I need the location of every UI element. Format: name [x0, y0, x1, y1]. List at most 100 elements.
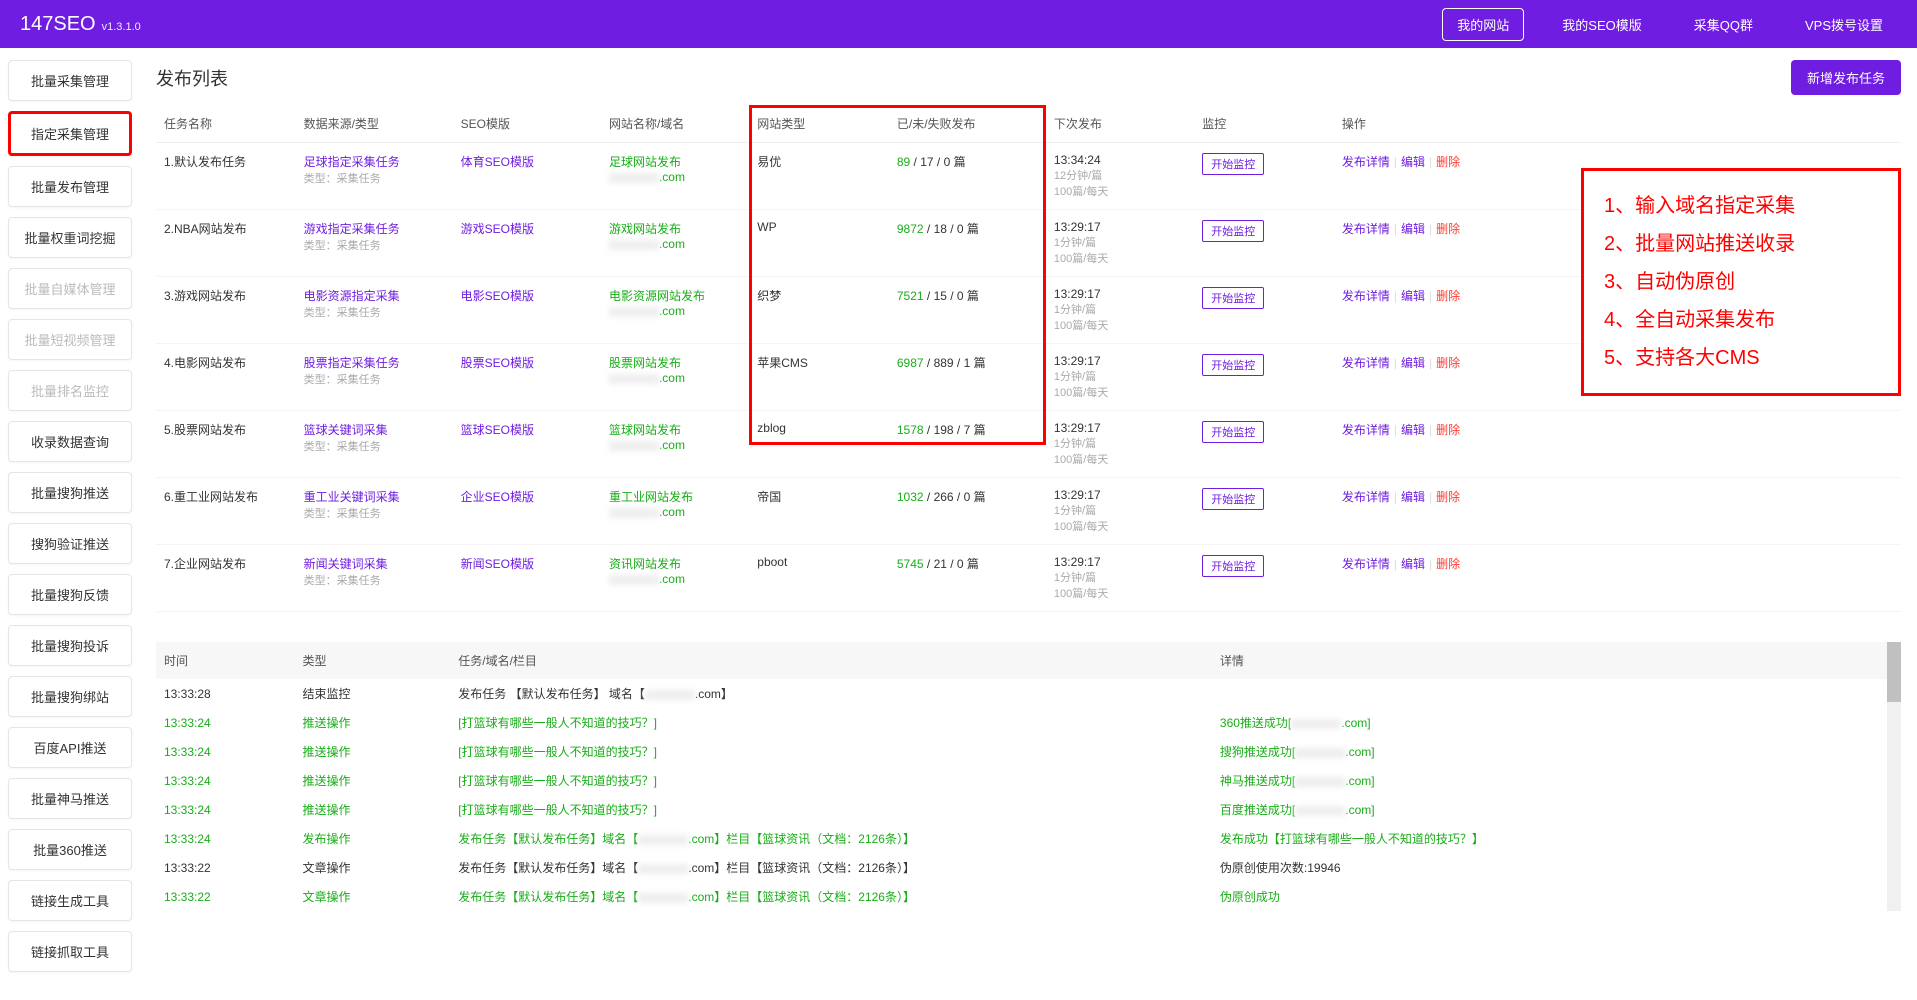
start-monitor-button[interactable]: 开始监控 — [1202, 354, 1264, 376]
source-link[interactable]: 重工业关键词采集 — [304, 488, 445, 505]
publish-counts: 89 / 17 / 0 篇 — [889, 143, 1046, 210]
publish-counts: 5745 / 21 / 0 篇 — [889, 545, 1046, 612]
sidebar-item-2[interactable]: 批量发布管理 — [8, 166, 132, 207]
action-delete[interactable]: 删除 — [1436, 557, 1460, 571]
site-name[interactable]: 重工业网站发布 — [609, 488, 741, 505]
nav-my-sites[interactable]: 我的网站 — [1442, 8, 1524, 41]
source-link[interactable]: 游戏指定采集任务 — [304, 220, 445, 237]
log-detail: 搜狗推送成功[.com] — [1212, 737, 1887, 766]
log-task: [打篮球有哪些一般人不知道的技巧？] — [450, 795, 1212, 824]
log-task: 发布任务 【默认发布任务】 域名【.com】 — [450, 679, 1212, 708]
table-row: 7.企业网站发布新闻关键词采集类型：采集任务新闻SEO模版资讯网站发布.comp… — [156, 545, 1901, 612]
source-link[interactable]: 新闻关键词采集 — [304, 555, 445, 572]
log-type: 结束监控 — [294, 679, 450, 708]
action-delete[interactable]: 删除 — [1436, 289, 1460, 303]
start-monitor-button[interactable]: 开始监控 — [1202, 421, 1264, 443]
rate-2: 100篇/每天 — [1054, 451, 1186, 467]
action-edit[interactable]: 编辑 — [1401, 356, 1425, 370]
template-link[interactable]: 企业SEO模版 — [461, 490, 534, 504]
template-link[interactable]: 游戏SEO模版 — [461, 222, 534, 236]
sidebar-item-17[interactable]: 链接抓取工具 — [8, 931, 132, 972]
source-link[interactable]: 篮球关键词采集 — [304, 421, 445, 438]
action-delete[interactable]: 删除 — [1436, 423, 1460, 437]
nav-qq-group[interactable]: 采集QQ群 — [1680, 9, 1767, 40]
template-link[interactable]: 篮球SEO模版 — [461, 423, 534, 437]
site-name[interactable]: 篮球网站发布 — [609, 421, 741, 438]
action-edit[interactable]: 编辑 — [1401, 423, 1425, 437]
sidebar-item-14[interactable]: 批量神马推送 — [8, 778, 132, 819]
source-link[interactable]: 电影资源指定采集 — [304, 287, 445, 304]
nav-seo-templates[interactable]: 我的SEO模版 — [1548, 9, 1655, 40]
template-link[interactable]: 体育SEO模版 — [461, 155, 534, 169]
table-row: 6.重工业网站发布重工业关键词采集类型：采集任务企业SEO模版重工业网站发布.c… — [156, 478, 1901, 545]
sidebar-item-6: 批量排名监控 — [8, 370, 132, 411]
action-edit[interactable]: 编辑 — [1401, 557, 1425, 571]
page-title: 发布列表 — [156, 65, 228, 91]
source-link[interactable]: 足球指定采集任务 — [304, 153, 445, 170]
nav-vps-dial[interactable]: VPS拨号设置 — [1791, 9, 1897, 40]
publish-counts: 1578 / 198 / 7 篇 — [889, 411, 1046, 478]
site-domain: .com — [609, 505, 741, 519]
action-delete[interactable]: 删除 — [1436, 490, 1460, 504]
log-detail: 360推送成功[.com] — [1212, 708, 1887, 737]
sidebar-item-15[interactable]: 批量360推送 — [8, 829, 132, 870]
action-detail[interactable]: 发布详情 — [1342, 356, 1390, 370]
rate-2: 100篇/每天 — [1054, 250, 1186, 266]
sidebar-item-0[interactable]: 批量采集管理 — [8, 60, 132, 101]
sidebar-item-16[interactable]: 链接生成工具 — [8, 880, 132, 921]
sidebar-item-10[interactable]: 批量搜狗反馈 — [8, 574, 132, 615]
sidebar-item-9[interactable]: 搜狗验证推送 — [8, 523, 132, 564]
site-name[interactable]: 游戏网站发布 — [609, 220, 741, 237]
col-header-5: 已/未/失败发布 — [889, 105, 1046, 143]
scrollbar-thumb[interactable] — [1887, 642, 1901, 702]
start-monitor-button[interactable]: 开始监控 — [1202, 153, 1264, 175]
action-edit[interactable]: 编辑 — [1401, 222, 1425, 236]
next-time: 13:29:17 — [1054, 287, 1186, 301]
rate-1: 1分钟/篇 — [1054, 301, 1186, 317]
action-detail[interactable]: 发布详情 — [1342, 222, 1390, 236]
source-link[interactable]: 股票指定采集任务 — [304, 354, 445, 371]
start-monitor-button[interactable]: 开始监控 — [1202, 220, 1264, 242]
action-edit[interactable]: 编辑 — [1401, 155, 1425, 169]
log-time: 13:33:22 — [156, 853, 294, 882]
sidebar-item-11[interactable]: 批量搜狗投诉 — [8, 625, 132, 666]
sidebar-item-13[interactable]: 百度API推送 — [8, 727, 132, 768]
sidebar-item-1[interactable]: 指定采集管理 — [8, 111, 132, 156]
start-monitor-button[interactable]: 开始监控 — [1202, 287, 1264, 309]
log-type: 文章操作 — [294, 882, 450, 911]
site-name[interactable]: 资讯网站发布 — [609, 555, 741, 572]
site-name[interactable]: 股票网站发布 — [609, 354, 741, 371]
col-header-6: 下次发布 — [1046, 105, 1194, 143]
rate-2: 100篇/每天 — [1054, 317, 1186, 333]
sidebar: 批量采集管理指定采集管理批量发布管理批量权重词挖掘批量自媒体管理批量短视频管理批… — [0, 48, 140, 984]
start-monitor-button[interactable]: 开始监控 — [1202, 488, 1264, 510]
site-name[interactable]: 电影资源网站发布 — [609, 287, 741, 304]
action-edit[interactable]: 编辑 — [1401, 490, 1425, 504]
action-delete[interactable]: 删除 — [1436, 356, 1460, 370]
sidebar-item-3[interactable]: 批量权重词挖掘 — [8, 217, 132, 258]
action-delete[interactable]: 删除 — [1436, 222, 1460, 236]
next-time: 13:29:17 — [1054, 421, 1186, 435]
action-edit[interactable]: 编辑 — [1401, 289, 1425, 303]
site-domain: .com — [609, 438, 741, 452]
template-link[interactable]: 股票SEO模版 — [461, 356, 534, 370]
template-link[interactable]: 电影SEO模版 — [461, 289, 534, 303]
start-monitor-button[interactable]: 开始监控 — [1202, 555, 1264, 577]
template-link[interactable]: 新闻SEO模版 — [461, 557, 534, 571]
new-publish-task-button[interactable]: 新增发布任务 — [1791, 60, 1901, 95]
sidebar-item-7[interactable]: 收录数据查询 — [8, 421, 132, 462]
next-time: 13:29:17 — [1054, 488, 1186, 502]
action-detail[interactable]: 发布详情 — [1342, 490, 1390, 504]
site-name[interactable]: 足球网站发布 — [609, 153, 741, 170]
log-time: 13:33:24 — [156, 708, 294, 737]
sidebar-item-12[interactable]: 批量搜狗绑站 — [8, 676, 132, 717]
action-delete[interactable]: 删除 — [1436, 155, 1460, 169]
action-detail[interactable]: 发布详情 — [1342, 557, 1390, 571]
rate-1: 1分钟/篇 — [1054, 234, 1186, 250]
sidebar-item-8[interactable]: 批量搜狗推送 — [8, 472, 132, 513]
action-detail[interactable]: 发布详情 — [1342, 155, 1390, 169]
col-header-7: 监控 — [1194, 105, 1334, 143]
site-type: 易优 — [749, 143, 889, 210]
action-detail[interactable]: 发布详情 — [1342, 423, 1390, 437]
action-detail[interactable]: 发布详情 — [1342, 289, 1390, 303]
